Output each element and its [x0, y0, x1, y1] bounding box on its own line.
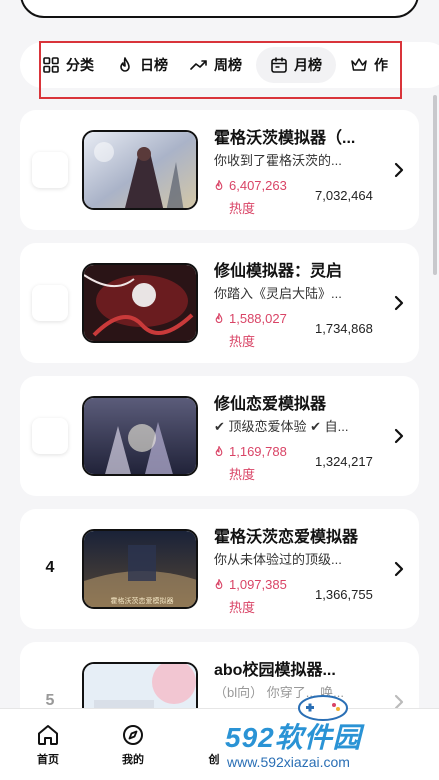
- list-item[interactable]: 4 霍格沃茨恋爱模拟器 霍格沃茨恋爱模拟器 你从未体验过的顶级... 1,097…: [20, 509, 419, 629]
- heat-label: 热度: [229, 201, 256, 216]
- list-item[interactable]: 霍格沃茨模拟器（... 你收到了霍格沃茨的... 6,407,263 热度 7,…: [20, 110, 419, 230]
- item-description: 你从未体验过的顶级...: [214, 552, 342, 567]
- heat-label: 热度: [229, 600, 256, 615]
- list-item[interactable]: 修仙模拟器：灵启 你踏入《灵启大陆》... 1,588,027 热度 1,734…: [20, 243, 419, 363]
- flame-icon: [215, 446, 223, 456]
- watermark-url: www.592xiazai.com: [227, 754, 350, 770]
- nav-mine[interactable]: 我的: [113, 723, 153, 767]
- item-description: 你收到了霍格沃茨的...: [214, 153, 342, 168]
- rank-badge: [32, 418, 68, 454]
- nav-label: 我的: [122, 754, 144, 766]
- heat-value: 1,097,385: [229, 577, 287, 592]
- item-title: 修仙模拟器：灵启: [214, 263, 343, 280]
- play-count: 1,734,868: [315, 321, 373, 336]
- rank-badge: [32, 285, 68, 321]
- item-title: 修仙恋爱模拟器: [214, 396, 327, 413]
- cover-image: [82, 263, 198, 343]
- scrollbar[interactable]: [433, 95, 437, 275]
- chevron-right-icon[interactable]: [393, 428, 405, 444]
- item-description: ✔ 顶级恋爱体验 ✔ 自...: [214, 419, 349, 434]
- cover-image: [82, 396, 198, 476]
- chevron-right-icon[interactable]: [393, 295, 405, 311]
- nav-home[interactable]: 首页: [28, 723, 68, 767]
- cover-caption: 霍格沃茨恋爱模拟器: [111, 596, 174, 605]
- heat-value: 1,169,788: [229, 444, 287, 459]
- list-item[interactable]: 修仙恋爱模拟器 ✔ 顶级恋爱体验 ✔ 自... 1,169,788 热度 1,3…: [20, 376, 419, 496]
- play-count: 7,032,464: [315, 188, 373, 203]
- chevron-right-icon[interactable]: [393, 162, 405, 178]
- flame-icon: [215, 579, 223, 589]
- watermark-text: 592软件园: [225, 722, 362, 753]
- heat-value: 6,407,263: [229, 178, 287, 193]
- rank-number: 4: [45, 559, 55, 576]
- watermark: 592软件园 www.592xiazai.com: [225, 716, 435, 776]
- highlight-box: [39, 41, 402, 99]
- cover-image: [82, 130, 198, 210]
- heat-value: 1,588,027: [229, 311, 287, 326]
- home-icon: [38, 725, 58, 745]
- rank-badge: [32, 152, 68, 188]
- compass-icon: [123, 725, 143, 745]
- item-title: 霍格沃茨恋爱模拟器: [214, 529, 359, 546]
- item-title: 霍格沃茨模拟器（...: [214, 130, 356, 147]
- item-description: 你踏入《灵启大陆》...: [214, 286, 342, 301]
- flame-icon: [215, 180, 223, 190]
- chevron-right-icon[interactable]: [393, 561, 405, 577]
- search-bar[interactable]: [20, 0, 419, 18]
- create-icon: [202, 723, 226, 747]
- nav-label: 首页: [37, 754, 59, 766]
- cover-image: 霍格沃茨恋爱模拟器: [82, 529, 198, 609]
- heat-label: 热度: [229, 334, 256, 349]
- heat-label: 热度: [229, 467, 256, 482]
- flame-icon: [215, 313, 223, 323]
- item-title: abo校园模拟器...: [214, 662, 336, 679]
- play-count: 1,366,755: [315, 587, 373, 602]
- play-count: 1,324,217: [315, 454, 373, 469]
